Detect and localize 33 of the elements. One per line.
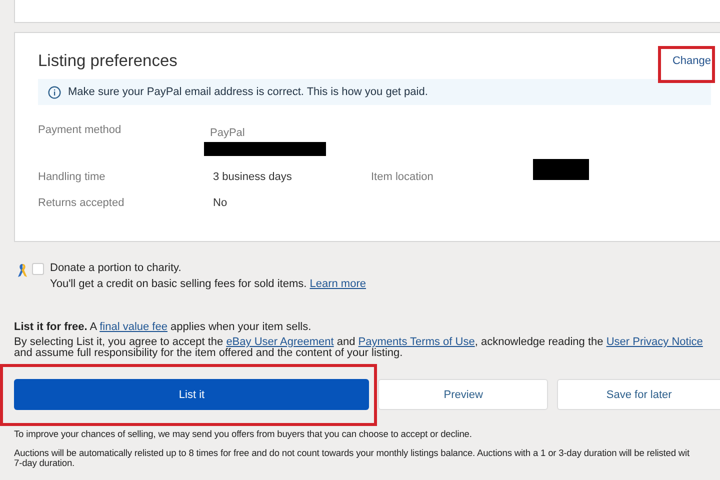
field-value: No <box>213 197 228 209</box>
field-value: 3 business days <box>213 171 293 183</box>
ribbon-icon <box>17 263 28 278</box>
terms-text: and assume full responsibility for the item offered and the content of your listing. <box>14 347 403 359</box>
checkbox-label: Donate a portion to charity. <box>50 262 182 274</box>
terms-text: , acknowledge reading the <box>474 336 604 348</box>
terms-link[interactable]: eBay User Agreement <box>226 336 334 348</box>
field-label: Item location <box>371 171 434 185</box>
field-label: Payment method <box>38 124 122 138</box>
terms-text: applies when your item sells. <box>170 321 312 333</box>
terms-link[interactable]: final value fee <box>100 321 168 333</box>
highlight-frame <box>658 46 715 83</box>
terms-link[interactable]: User Privacy Notice <box>606 336 703 348</box>
terms-text: By selecting List it, you agree to accept the <box>14 336 224 348</box>
footnote-text: Auctions will be automatically relisted up to 8 times for free and do not count towards your monthly listings balance. Auctions with a 1 or 3-day duration will be relisted wit 7-day duration. <box>14 448 690 468</box>
terms-link[interactable]: Payments Terms of Use <box>358 336 475 348</box>
info-icon <box>48 86 61 98</box>
terms-text: and <box>336 336 356 348</box>
field-label: Handling time <box>38 171 106 185</box>
action-button[interactable]: Save for later <box>557 379 720 410</box>
action-button[interactable]: Preview <box>378 379 548 410</box>
terms-heading: List it for free. <box>14 321 88 333</box>
learn-more-link[interactable]: Learn more <box>310 278 366 290</box>
field-value: PayPal <box>210 127 246 139</box>
field-label: Returns accepted <box>38 197 126 209</box>
notice-text: Make sure your PayPal email address is correct. This is how you get paid. <box>68 86 428 98</box>
change-link[interactable]: Change <box>672 55 711 67</box>
section-title: Listing preferences <box>38 52 178 70</box>
terms-text: A <box>88 321 98 333</box>
list-it-button[interactable]: List it <box>14 379 370 410</box>
footnote-text: To improve your chances of selling, we may send you offers from buyers that you can choose to accept or decline. <box>14 429 473 439</box>
credit-note: You'll get a credit on basic selling fees for sold items. <box>50 278 308 290</box>
checkbox[interactable] <box>32 263 44 275</box>
